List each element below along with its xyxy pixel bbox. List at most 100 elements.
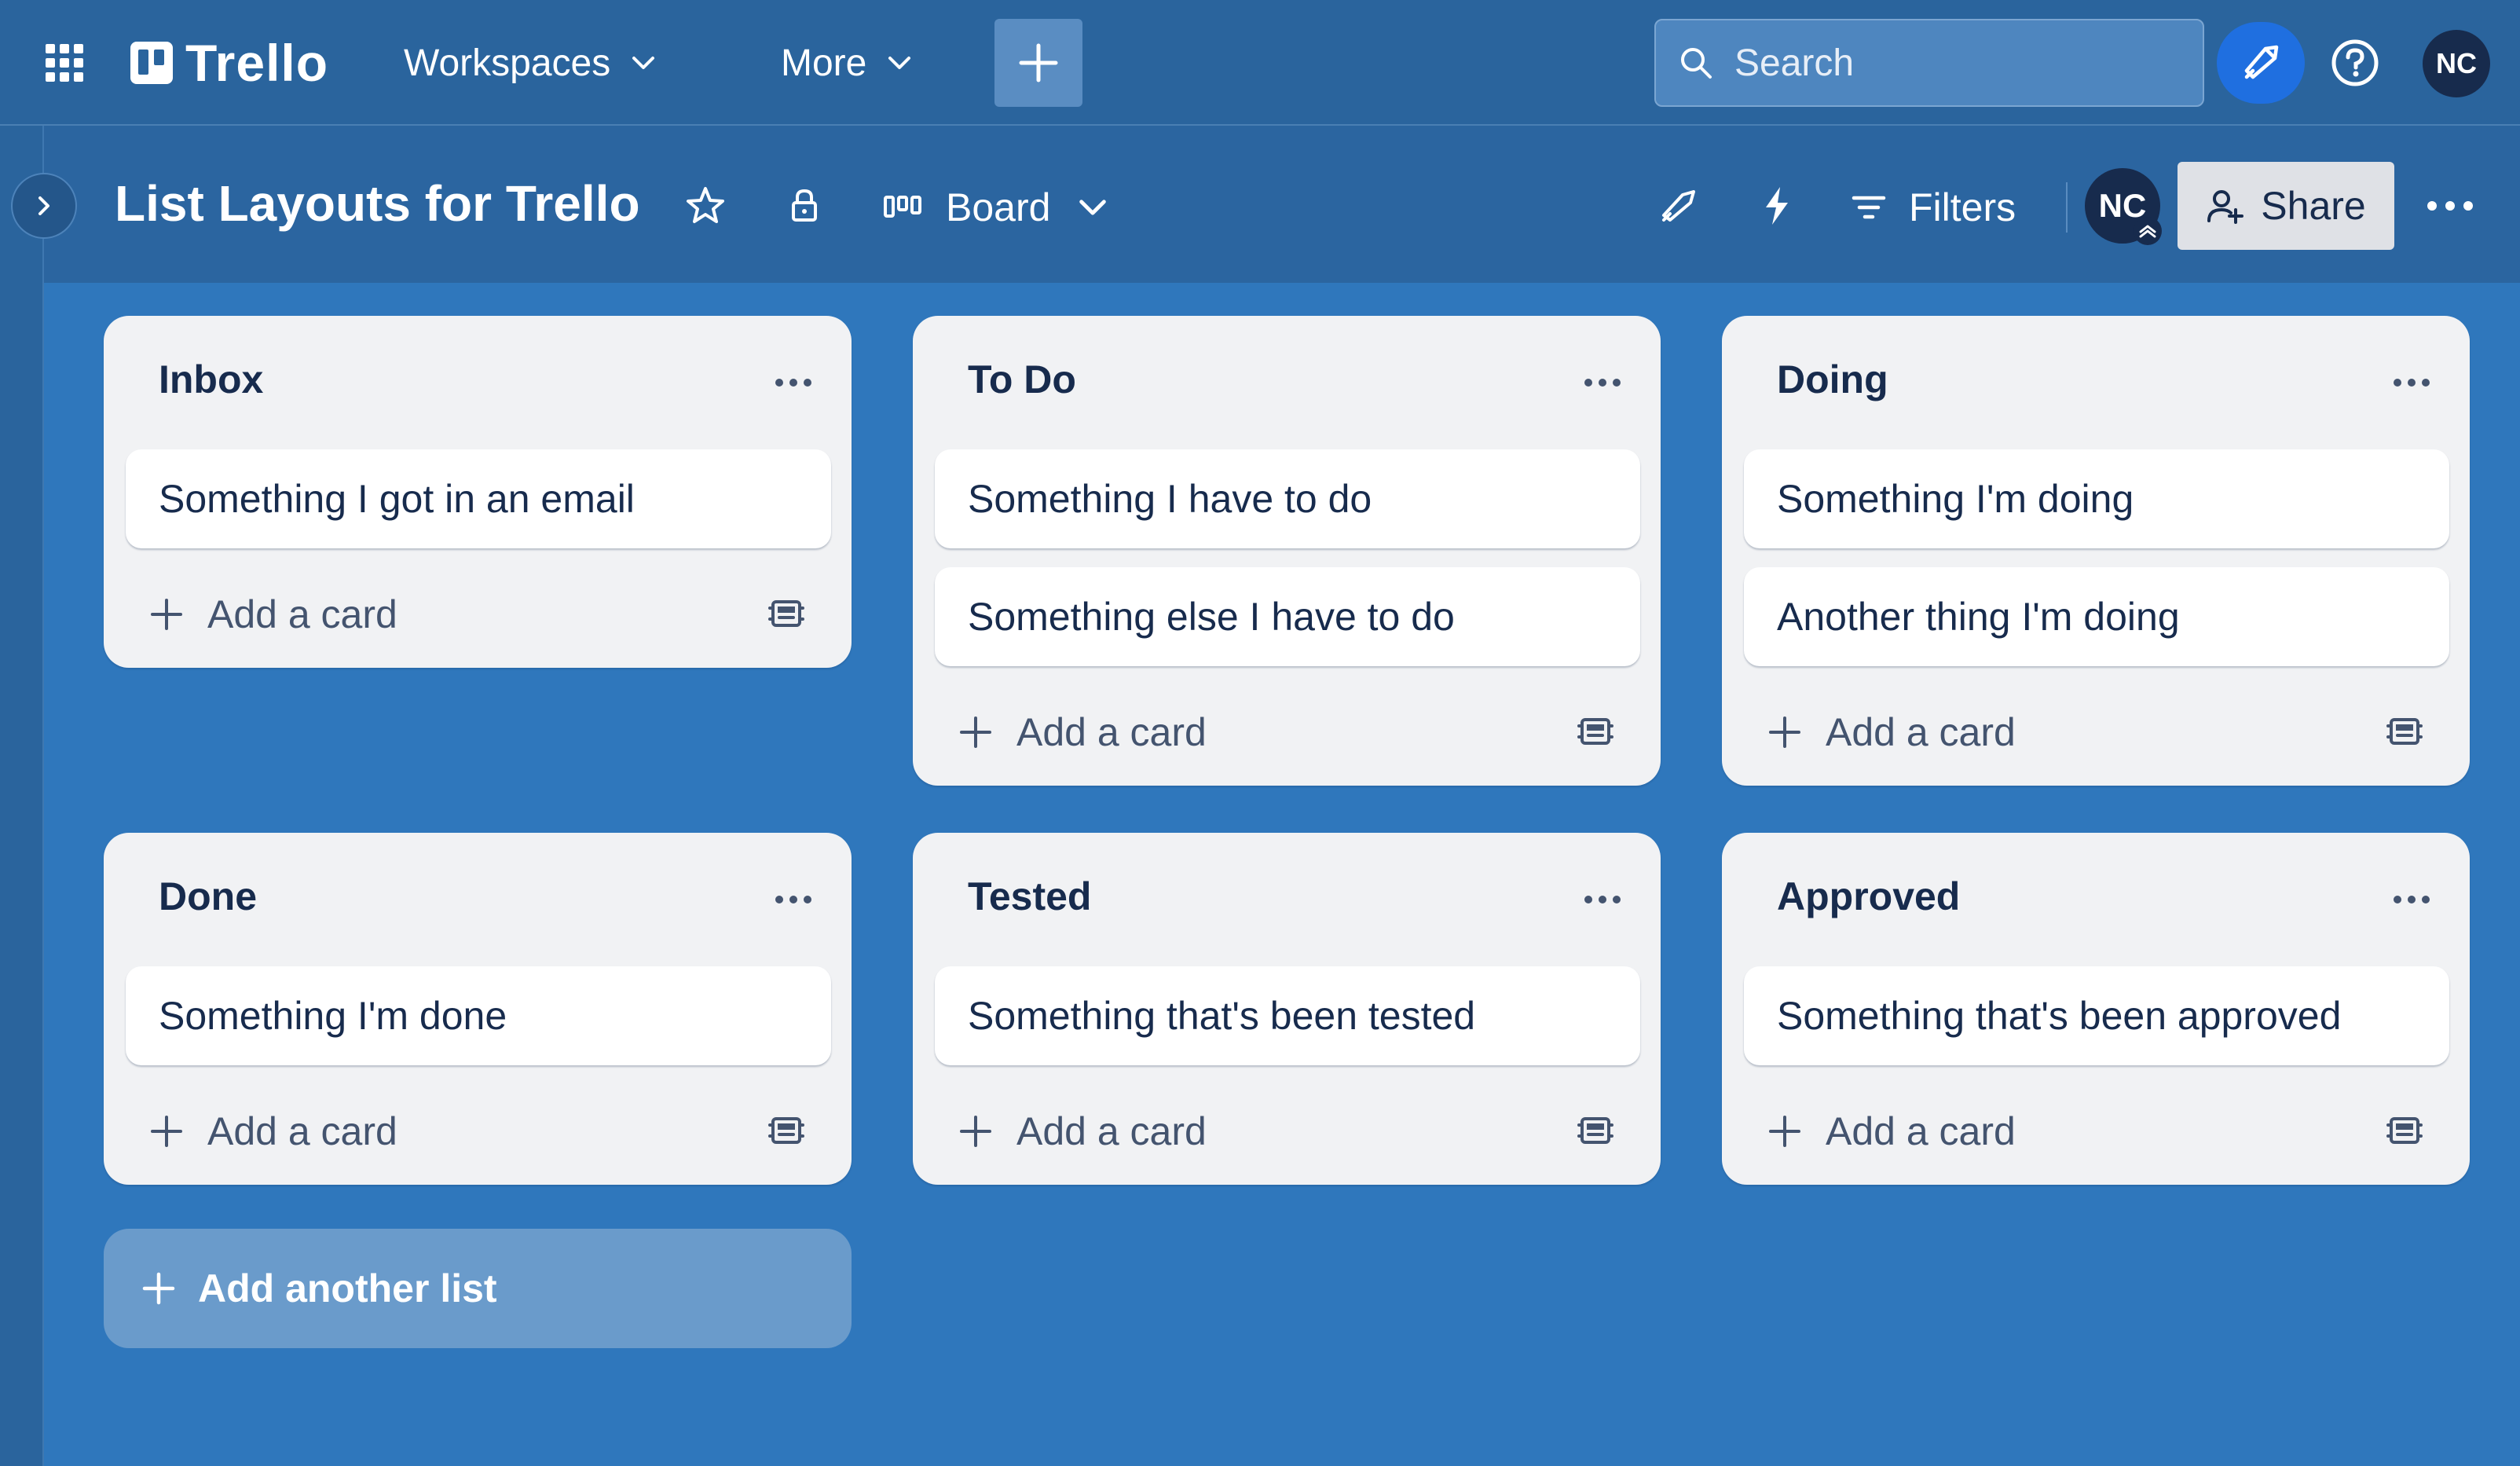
list-doing: Doing Something I'm doing Another thing … (1722, 316, 2470, 786)
add-card-row: Add a card (1722, 1083, 2470, 1185)
list-actions-icon[interactable] (2391, 888, 2432, 911)
workspaces-label: Workspaces (404, 42, 611, 84)
trello-logo[interactable]: Trello (130, 34, 329, 92)
card[interactable]: Something I'm done (126, 966, 831, 1065)
search-icon (1681, 48, 1712, 79)
add-card-button[interactable]: Add a card (958, 707, 1207, 757)
more-options-icon[interactable] (2424, 182, 2476, 229)
list-header: Inbox (104, 316, 852, 449)
plus-icon (142, 1272, 175, 1305)
member-avatar[interactable]: NC (2423, 30, 2490, 97)
app-switcher-icon[interactable] (44, 42, 85, 83)
search-input[interactable] (1733, 40, 2176, 86)
list-approved: Approved Something that's been approved … (1722, 833, 2470, 1185)
filters-label: Filters (1909, 185, 2016, 229)
view-label: Board (946, 185, 1051, 229)
share-label: Share (2261, 184, 2366, 228)
trello-logo-icon (130, 42, 173, 84)
card-template-icon[interactable] (1576, 1111, 1615, 1150)
add-card-button[interactable]: Add a card (1767, 1106, 2016, 1156)
add-card-label: Add a card (207, 592, 397, 636)
list-title[interactable]: Tested (968, 874, 1091, 919)
list-header: Done (104, 833, 852, 966)
add-card-row: Add a card (104, 1083, 852, 1185)
plus-icon (1769, 1116, 1800, 1147)
list-to-do: To Do Something I have to do Something e… (913, 316, 1661, 786)
star-icon[interactable] (683, 184, 727, 228)
top-navigation: Trello Workspaces More NC (0, 0, 2520, 126)
help-icon[interactable] (2330, 38, 2380, 88)
list-actions-icon[interactable] (773, 371, 814, 394)
list-header: To Do (913, 316, 1661, 449)
lock-icon[interactable] (782, 184, 826, 228)
add-card-button[interactable]: Add a card (958, 1106, 1207, 1156)
add-card-button[interactable]: Add a card (1767, 707, 2016, 757)
add-card-label: Add a card (1826, 1109, 2016, 1153)
chevron-down-icon (632, 57, 655, 69)
card[interactable]: Something I got in an email (126, 449, 831, 548)
header-divider (2066, 182, 2068, 233)
list-actions-icon[interactable] (1582, 888, 1623, 911)
card-template-icon[interactable] (767, 594, 806, 633)
list-tested: Tested Something that's been tested Add … (913, 833, 1661, 1185)
plus-icon (151, 599, 182, 630)
add-another-list-label: Add another list (198, 1266, 497, 1310)
list-title[interactable]: Inbox (159, 357, 263, 402)
add-another-list-button[interactable]: Add another list (104, 1229, 852, 1348)
list-actions-icon[interactable] (773, 888, 814, 911)
card[interactable]: Something that's been tested (935, 966, 1640, 1065)
power-ups-icon[interactable] (1656, 184, 1700, 228)
plus-icon (1019, 43, 1058, 82)
card-template-icon[interactable] (767, 1111, 806, 1150)
plus-icon (151, 1116, 182, 1147)
card[interactable]: Something else I have to do (935, 567, 1640, 666)
list-title[interactable]: Done (159, 874, 257, 919)
plus-icon (960, 717, 991, 748)
list-actions-icon[interactable] (2391, 371, 2432, 394)
workspaces-menu[interactable]: Workspaces (404, 35, 659, 91)
chevron-down-icon (1079, 200, 1107, 215)
board-title[interactable]: List Layouts for Trello (115, 174, 640, 233)
logo-text: Trello (185, 34, 329, 92)
card[interactable]: Something I have to do (935, 449, 1640, 548)
card-template-icon[interactable] (1576, 712, 1615, 751)
automation-icon[interactable] (1755, 184, 1799, 228)
filters-button[interactable]: Filters (1851, 178, 2016, 237)
card[interactable]: Another thing I'm doing (1744, 567, 2449, 666)
filter-icon (1852, 196, 1886, 219)
add-card-row: Add a card (913, 1083, 1661, 1185)
search-box[interactable] (1654, 19, 2204, 107)
add-card-row: Add a card (1722, 684, 2470, 786)
admin-badge-icon (2134, 217, 2162, 245)
list-title[interactable]: To Do (968, 357, 1076, 402)
expand-sidebar-button[interactable] (11, 173, 77, 239)
view-switcher[interactable]: Board (883, 178, 1112, 237)
plus-icon (960, 1116, 991, 1147)
plus-icon (1769, 717, 1800, 748)
add-card-button[interactable]: Add a card (149, 589, 397, 640)
list-title[interactable]: Doing (1777, 357, 1888, 402)
list-inbox: Inbox Something I got in an email Add a … (104, 316, 852, 668)
card[interactable]: Something I'm doing (1744, 449, 2449, 548)
chevron-right-icon (38, 196, 49, 215)
add-card-row: Add a card (104, 566, 852, 668)
list-done: Done Something I'm done Add a card (104, 833, 852, 1185)
share-button[interactable]: Share (2178, 162, 2394, 250)
board-view-icon (884, 196, 921, 218)
add-card-row: Add a card (913, 684, 1661, 786)
add-card-label: Add a card (1016, 1109, 1207, 1153)
list-actions-icon[interactable] (1582, 371, 1623, 394)
notifications-button[interactable] (2217, 22, 2305, 104)
card[interactable]: Something that's been approved (1744, 966, 2449, 1065)
list-title[interactable]: Approved (1777, 874, 1960, 919)
more-menu[interactable]: More (781, 35, 915, 91)
board-sidebar-collapsed (0, 126, 44, 1466)
card-template-icon[interactable] (2385, 712, 2424, 751)
add-card-label: Add a card (1016, 710, 1207, 754)
more-label: More (781, 42, 867, 84)
list-header: Approved (1722, 833, 2470, 966)
add-card-button[interactable]: Add a card (149, 1106, 397, 1156)
card-template-icon[interactable] (2385, 1111, 2424, 1150)
create-button[interactable] (994, 19, 1082, 107)
add-person-icon (2207, 190, 2244, 224)
